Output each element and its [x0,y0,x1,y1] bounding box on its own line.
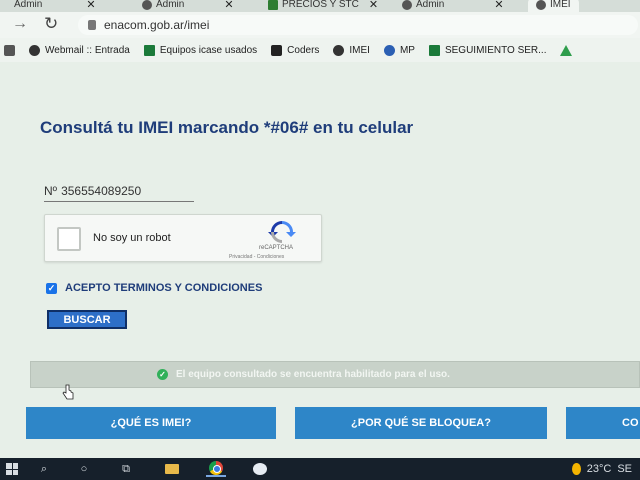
check-icon[interactable]: ✓ [46,282,57,294]
tab-strip: Admin ✕ Admin ✕ PRECIOS Y STC ✕ Admin ✕ … [0,0,640,12]
bookmark-label: Equipos icase usados [159,44,258,56]
bookmark-equipos[interactable]: Equipos icase usados [143,44,258,56]
tab-title: Admin [14,0,43,10]
sheet-favicon-icon [268,0,278,10]
status-message: ✓ El equipo consultado se encuentra habi… [30,361,640,388]
clock: SE [617,463,632,475]
recaptcha-widget: No soy un robot reCAPTCHA Privacidad - C… [44,214,322,262]
recaptcha-brand: reCAPTCHA [259,245,294,251]
site-favicon-icon [142,0,152,10]
weather-widget[interactable]: 23°C SE [572,461,632,477]
tab-title: IMEI [550,0,571,10]
tab-admin-2[interactable]: Admin ✕ [142,0,234,12]
url-bar[interactable]: enacom.gob.ar/imei [78,15,638,35]
app-taskbar-icon[interactable] [250,461,270,477]
drive-icon [560,44,573,56]
lock-icon [88,20,96,30]
address-row: → ↻ enacom.gob.ar/imei [0,12,640,38]
site-favicon-icon [402,0,412,10]
status-text: El equipo consultado se encuentra habili… [176,369,450,380]
tab-admin-3[interactable]: Admin ✕ [402,0,504,12]
check-circle-icon: ✓ [157,369,168,380]
bookmark-label: MP [399,44,415,56]
bookmark-mp[interactable]: MP [383,44,415,56]
close-tab-icon[interactable]: ✕ [494,0,503,11]
bookmark-label: Coders [287,44,320,56]
recaptcha-checkbox[interactable] [57,227,81,251]
recaptcha-terms-link[interactable]: Privacidad - Condiciones [229,254,284,260]
file-explorer-icon[interactable] [162,461,182,477]
hand-cursor-icon [62,384,74,400]
tab-precios[interactable]: PRECIOS Y STC ✕ [268,0,378,12]
url-text: enacom.gob.ar/imei [104,18,210,32]
task-view-icon[interactable]: ⧉ [118,461,134,477]
recaptcha-label: No soy un robot [93,232,171,244]
bookmark-imei[interactable]: IMEI [333,44,370,56]
mp-icon [383,44,395,56]
enacom-favicon-icon [536,0,546,10]
why-blocked-button[interactable]: ¿POR QUÉ SE BLOQUEA? [295,407,547,439]
recaptcha-logo-icon [268,221,296,243]
sheet-icon [143,44,155,56]
bookmark-drive[interactable] [560,44,573,56]
tab-admin-1[interactable]: Admin ✕ [14,0,96,12]
cortana-icon[interactable]: ○ [76,461,92,477]
webmail-icon [29,44,40,56]
close-tab-icon[interactable]: ✕ [369,0,378,11]
forward-icon[interactable]: → [12,15,28,33]
search-icon[interactable]: ⌕ [36,461,52,477]
what-is-imei-button[interactable]: ¿QUÉ ES IMEI? [26,407,276,439]
bookmarks-bar: Webmail :: Entrada Equipos icase usados … [0,38,640,62]
sun-icon [572,463,581,475]
bookmark-label: SEGUIMIENTO SER... [444,44,547,56]
enacom-icon [333,44,345,56]
reload-icon[interactable]: ↻ [44,14,58,34]
bookmark-apps[interactable] [4,44,15,56]
co-button[interactable]: CO [566,407,640,439]
terms-label: ACEPTO TERMINOS Y CONDICIONES [65,282,263,294]
te-icon [271,44,283,56]
close-tab-icon[interactable]: ✕ [224,0,233,11]
imei-label: Nº [44,184,58,198]
chrome-taskbar-icon[interactable] [206,461,226,477]
page-title: Consultá tu IMEI marcando *#06# en tu ce… [40,118,414,137]
bookmark-webmail[interactable]: Webmail :: Entrada [29,44,130,56]
search-button[interactable]: BUSCAR [47,310,127,329]
tab-title: Admin [156,0,185,10]
imei-input[interactable]: Nº 356554089250 [44,184,194,202]
bookmark-label: Webmail :: Entrada [45,44,130,56]
close-tab-icon[interactable]: ✕ [86,0,95,11]
terms-checkbox-row[interactable]: ✓ ACEPTO TERMINOS Y CONDICIONES [46,282,262,294]
bookmark-label: IMEI [349,44,370,56]
page-content: Consultá tu IMEI marcando *#06# en tu ce… [0,62,640,458]
sheet-icon [428,44,440,56]
tab-title: PRECIOS Y STC [282,0,359,10]
imei-value: 356554089250 [61,184,142,198]
tab-title: Admin [416,0,445,10]
bookmark-coders[interactable]: Coders [271,44,320,56]
tab-imei[interactable]: IMEI [528,0,579,12]
temperature: 23°C [586,463,612,475]
taskbar: ⌕ ○ ⧉ 23°C SE [0,458,640,480]
apps-icon [4,44,15,56]
windows-start-icon[interactable] [4,461,20,477]
bookmark-seguimiento[interactable]: SEGUIMIENTO SER... [428,44,547,56]
